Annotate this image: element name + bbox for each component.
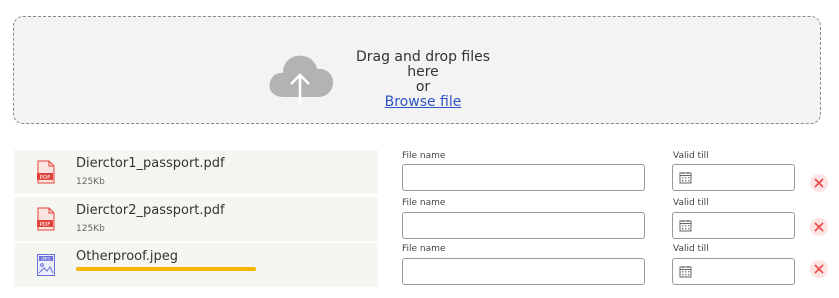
cloud-upload-icon bbox=[269, 55, 334, 105]
valid-till-label: Valid till bbox=[673, 151, 709, 161]
file-row: PDF Dierctor2_passport.pdf 125Kb bbox=[14, 197, 378, 241]
file-name-input[interactable] bbox=[402, 164, 645, 191]
valid-till-date-input[interactable] bbox=[672, 212, 795, 239]
file-name-input[interactable] bbox=[402, 212, 645, 239]
file-size: 125Kb bbox=[76, 224, 105, 234]
calendar-icon bbox=[679, 266, 692, 278]
file-row: PDF Dierctor1_passport.pdf 125Kb bbox=[14, 150, 378, 194]
file-name: Otherproof.jpeg bbox=[76, 249, 179, 264]
file-size: 125Kb bbox=[76, 177, 105, 187]
jpeg-badge: JPEG bbox=[40, 256, 50, 261]
remove-file-button[interactable] bbox=[810, 260, 828, 278]
file-row: JPEG Otherproof.jpeg bbox=[14, 243, 378, 287]
pdf-file-icon: PDF bbox=[37, 160, 55, 184]
file-name-input[interactable] bbox=[402, 258, 645, 285]
valid-till-label: Valid till bbox=[673, 244, 709, 254]
file-name: Dierctor2_passport.pdf bbox=[76, 203, 225, 218]
file-name: Dierctor1_passport.pdf bbox=[76, 156, 225, 171]
close-icon bbox=[814, 222, 824, 232]
pdf-badge: PDF bbox=[40, 175, 51, 181]
calendar-icon bbox=[679, 172, 692, 184]
close-icon bbox=[814, 178, 824, 188]
close-icon bbox=[814, 264, 824, 274]
or-text: or bbox=[415, 79, 431, 95]
file-name-label: File name bbox=[402, 151, 446, 161]
valid-till-date-input[interactable] bbox=[672, 258, 795, 285]
remove-file-button[interactable] bbox=[810, 218, 828, 236]
valid-till-date-input[interactable] bbox=[672, 164, 795, 191]
pdf-file-icon: PDF bbox=[37, 207, 55, 231]
calendar-icon bbox=[679, 220, 692, 232]
browse-file-link[interactable]: Browse file bbox=[385, 94, 462, 110]
jpeg-file-icon: JPEG bbox=[37, 254, 55, 276]
remove-file-button[interactable] bbox=[810, 174, 828, 192]
valid-till-label: Valid till bbox=[673, 198, 709, 208]
upload-progress-bar bbox=[76, 267, 256, 271]
file-dropzone[interactable]: Drag and drop files here or Browse file bbox=[13, 16, 821, 124]
dropzone-text: Drag and drop files here or Browse file bbox=[344, 50, 502, 110]
file-name-label: File name bbox=[402, 244, 446, 254]
pdf-badge: PDF bbox=[40, 222, 51, 228]
drag-drop-text: Drag and drop files here bbox=[355, 49, 491, 80]
file-name-label: File name bbox=[402, 198, 446, 208]
